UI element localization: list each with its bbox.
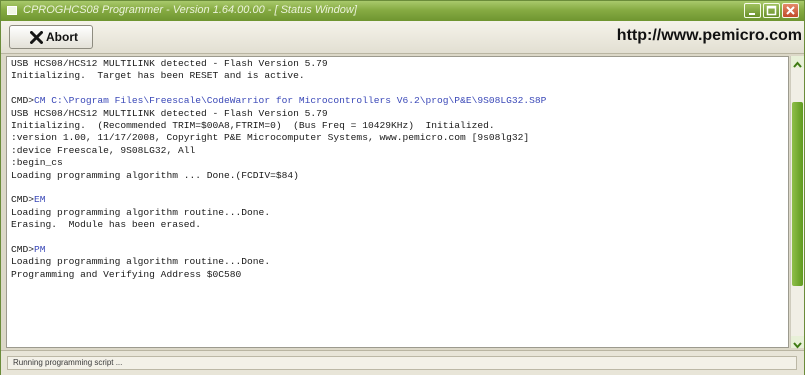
chevron-up-icon (793, 61, 802, 68)
command-prompt: CMD> (11, 95, 35, 107)
console-text: Loading programming algorithm routine...… (11, 206, 271, 218)
console-text: :begin_cs (11, 157, 63, 169)
close-icon (786, 6, 795, 15)
console-text: USB HCS08/HCS12 MULTILINK detected - Fla… (11, 107, 328, 119)
maximize-icon (766, 5, 777, 16)
command-prompt: CMD> (11, 243, 35, 255)
scroll-up-button[interactable] (791, 56, 804, 68)
console-line: Loading programming algorithm ... Done.(… (11, 170, 784, 182)
abort-x-icon (30, 31, 43, 44)
console-line: :begin_cs (11, 157, 784, 169)
command-prompt: CMD> (11, 194, 35, 206)
command-text: PM (34, 243, 46, 255)
title-bar[interactable]: CPROGHCS08 Programmer - Version 1.64.00.… (1, 1, 804, 21)
console-line: USB HCS08/HCS12 MULTILINK detected - Fla… (11, 58, 784, 70)
console-line: Initializing. (Recommended TRIM=$00A8,FT… (11, 120, 784, 132)
minimize-button[interactable] (744, 3, 761, 18)
console-text: Programming and Verifying Address $0C580 (11, 268, 242, 280)
maximize-button[interactable] (763, 3, 780, 18)
status-pane: Running programming script ... (7, 356, 797, 370)
console-text: USB HCS08/HCS12 MULTILINK detected - Fla… (11, 58, 328, 69)
website-link[interactable]: http://www.pemicro.com (617, 27, 802, 45)
console-lines: USB HCS08/HCS12 MULTILINK detected - Fla… (11, 58, 784, 343)
command-text: EM (34, 194, 46, 206)
status-text: Running programming script ... (13, 358, 123, 367)
toolbar: Abort http://www.pemicro.com (1, 21, 804, 54)
console-line: CMD>EM (11, 194, 784, 206)
programmer-window: CPROGHCS08 Programmer - Version 1.64.00.… (0, 0, 805, 375)
console-text: Loading programming algorithm ... Done.(… (11, 169, 299, 181)
app-icon (7, 6, 17, 15)
abort-button[interactable]: Abort (9, 25, 93, 49)
status-output-console[interactable]: USB HCS08/HCS12 MULTILINK detected - Fla… (6, 56, 789, 348)
scroll-thumb[interactable] (792, 101, 803, 286)
console-text: Initializing. (Recommended TRIM=$00A8,FT… (11, 119, 495, 131)
console-text: Initializing. Target has been RESET and … (11, 70, 305, 82)
console-text: Loading programming algorithm routine...… (11, 256, 271, 268)
vertical-scrollbar[interactable] (790, 56, 804, 349)
console-text: :version 1.00, 11/17/2008, Copyright P&E… (11, 132, 530, 144)
console-text: Erasing. Module has been erased. (11, 219, 201, 231)
status-bar: Running programming script ... (1, 350, 804, 375)
minimize-icon (749, 13, 755, 15)
console-line: Initializing. Target has been RESET and … (11, 70, 784, 82)
console-line: Erasing. Module has been erased. (11, 219, 784, 231)
console-line: Loading programming algorithm routine...… (11, 256, 784, 268)
window-title: CPROGHCS08 Programmer - Version 1.64.00.… (23, 4, 357, 16)
console-line: :version 1.00, 11/17/2008, Copyright P&E… (11, 132, 784, 144)
scroll-down-button[interactable] (791, 336, 804, 349)
console-line: Loading programming algorithm routine...… (11, 207, 784, 219)
console-line: CMD>CM C:\Program Files\Freescale\CodeWa… (11, 95, 784, 107)
close-button[interactable] (782, 3, 799, 18)
console-line: Programming and Verifying Address $0C580 (11, 269, 784, 281)
console-line: USB HCS08/HCS12 MULTILINK detected - Fla… (11, 108, 784, 120)
command-text: CM C:\Program Files\Freescale\CodeWarrio… (34, 95, 547, 107)
console-line: CMD>PM (11, 244, 784, 256)
console-text: :device Freescale, 9S08LG32, All (11, 144, 196, 156)
console-line: :device Freescale, 9S08LG32, All (11, 145, 784, 157)
abort-label: Abort (46, 30, 78, 44)
